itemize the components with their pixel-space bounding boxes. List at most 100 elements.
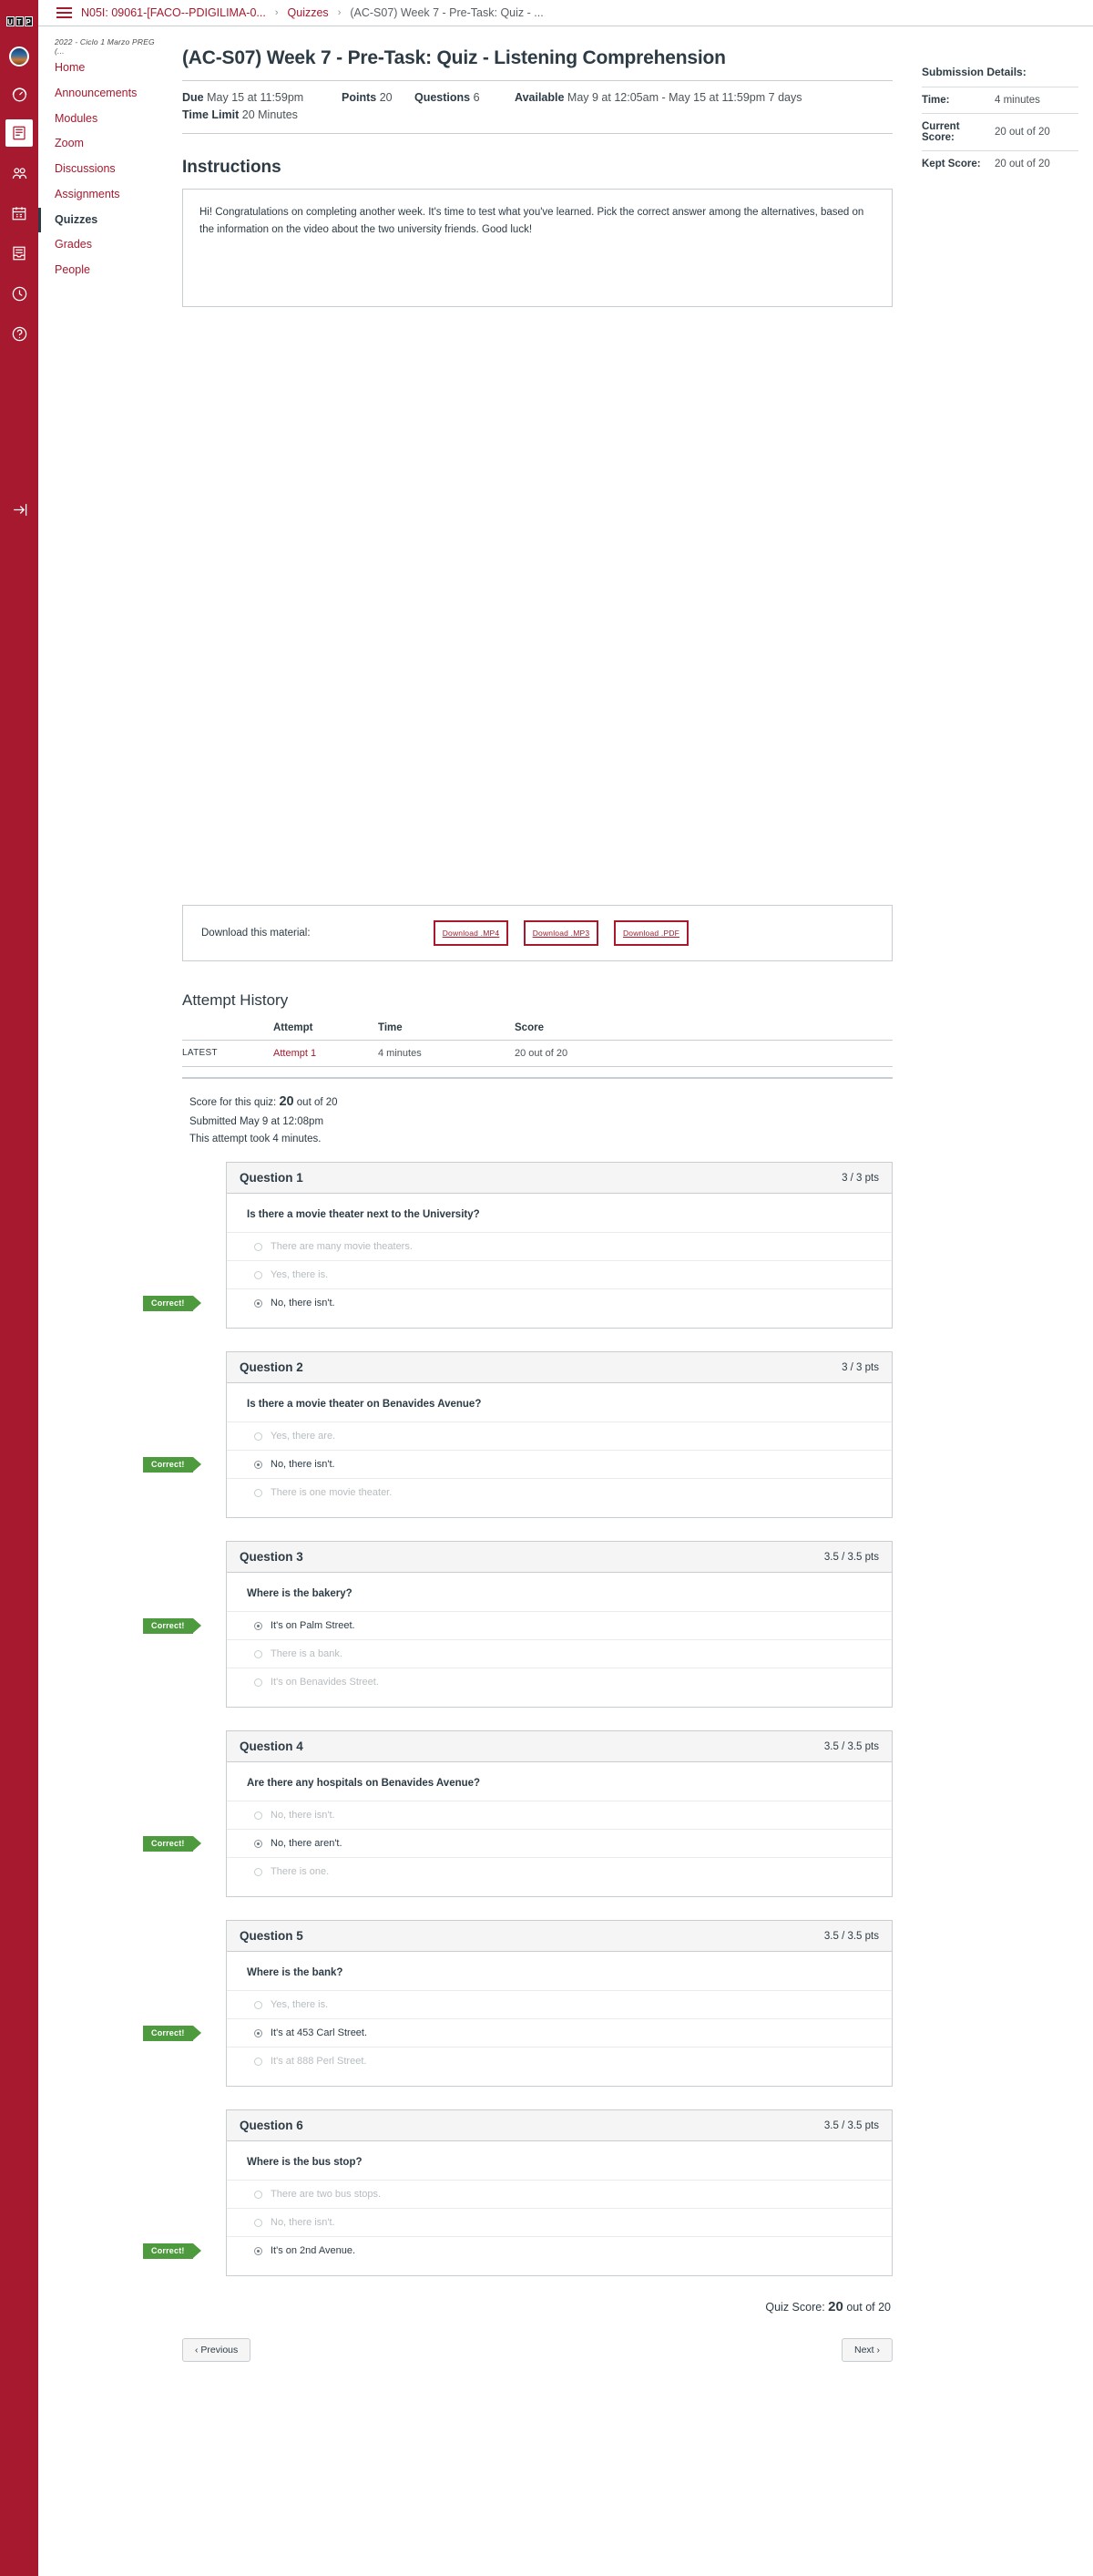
radio-button-icon[interactable] — [254, 1649, 262, 1658]
answer-option-selected[interactable]: Correct! It's at 453 Carl Street. — [143, 2018, 892, 2047]
pagination: ‹ Previous Next › — [182, 2338, 893, 2398]
correct-badge-label: Correct! — [143, 2025, 193, 2041]
sidebar-item-zoom[interactable]: Zoom — [38, 131, 164, 157]
download-mp3-button[interactable]: Download .MP3 — [524, 919, 598, 946]
quiz-points-label: Points — [342, 91, 377, 104]
answer-option-selected[interactable]: Correct! It's on 2nd Avenue. — [143, 2236, 892, 2264]
question-header: Question 5 3.5 / 3.5 pts — [227, 1921, 892, 1953]
radio-button-icon[interactable] — [254, 2190, 262, 2199]
arrow-right-logout-icon[interactable] — [5, 496, 33, 523]
clock-history-icon[interactable] — [5, 280, 33, 307]
sidebar-item-home[interactable]: Home — [38, 56, 164, 81]
radio-button-icon[interactable] — [254, 2000, 262, 2009]
answer-option[interactable]: Yes, there is. — [227, 1990, 892, 2018]
question-block: Question 2 3 / 3 pts Is there a movie thea… — [143, 1351, 893, 1519]
answer-option[interactable]: There is one. — [227, 1857, 892, 1885]
radio-button-icon[interactable] — [254, 1678, 262, 1687]
question-text: Are there any hospitals on Benavides Ave… — [247, 1778, 481, 1790]
answer-option[interactable]: Yes, there are. — [227, 1421, 892, 1450]
answer-option[interactable]: There are two bus stops. — [227, 2180, 892, 2208]
answer-option-selected[interactable]: Correct! It's on Palm Street. — [143, 1611, 892, 1639]
download-mp4-button[interactable]: Download .MP4 — [434, 919, 508, 946]
radio-button-icon[interactable] — [254, 1432, 262, 1441]
quiz-available: Available May 9 at 12:05am - May 15 at 1… — [515, 89, 893, 107]
courses-book-icon[interactable] — [5, 119, 33, 147]
answer-option[interactable]: No, there isn't. — [227, 1801, 892, 1829]
breadcrumb-quizzes[interactable]: Quizzes — [288, 6, 329, 19]
attempt-table-bottom-rule — [182, 1076, 893, 1079]
sidebar-item-people[interactable]: People — [38, 258, 164, 283]
score-duration: This attempt took 4 minutes. — [189, 1134, 322, 1145]
hamburger-menu-icon[interactable] — [56, 7, 72, 18]
correct-badge: Correct! — [143, 2242, 201, 2259]
groups-people-icon[interactable] — [5, 159, 33, 187]
next-button[interactable]: Next › — [841, 2338, 893, 2363]
sidebar-item-announcements[interactable]: Announcements — [38, 81, 164, 107]
attempt-latest-tag: LATEST — [182, 1040, 273, 1067]
calendar-icon[interactable] — [5, 200, 33, 227]
answer-option-selected[interactable]: Correct! No, there isn't. — [143, 1288, 892, 1317]
current-score-value: 20 out of 20 — [995, 127, 1050, 138]
sidebar-item-assignments[interactable]: Assignments — [38, 182, 164, 208]
correct-badge: Correct! — [143, 1295, 201, 1311]
score-suffix: out of 20 — [296, 1096, 338, 1108]
page-title: (AC-S07) Week 7 - Pre-Task: Quiz - Liste… — [182, 47, 726, 68]
quiz-metadata: Due May 15 at 11:59pm Points 20 Question… — [182, 80, 893, 134]
attempt-link[interactable]: Attempt 1 — [273, 1040, 378, 1067]
answer-option-selected[interactable]: Correct! No, there aren't. — [143, 1829, 892, 1857]
quiz-score-prefix: Quiz Score: — [765, 2301, 825, 2314]
correct-badge: Correct! — [143, 1835, 201, 1852]
quiz-available-value: May 9 at 12:05am - May 15 at 11:59pm — [567, 91, 766, 104]
answer-option[interactable]: It's on Benavides Street. — [227, 1668, 892, 1696]
radio-button-icon[interactable] — [254, 1298, 262, 1308]
question-header: Question 3 3.5 / 3.5 pts — [227, 1542, 892, 1574]
question-label: Question 5 — [240, 1929, 303, 1944]
quiz-points-value: 20 — [379, 91, 393, 104]
answer-text: It's at 453 Carl Street. — [271, 2027, 368, 2039]
answer-text: No, there isn't. — [271, 1810, 335, 1822]
answer-option[interactable]: Yes, there is. — [227, 1260, 892, 1288]
answer-option-selected[interactable]: Correct! No, there isn't. — [143, 1450, 892, 1478]
question-points: 3 / 3 pts — [842, 1172, 879, 1184]
radio-button-icon[interactable] — [254, 1242, 262, 1251]
radio-button-icon[interactable] — [254, 1867, 262, 1876]
previous-button[interactable]: ‹ Previous — [182, 2338, 251, 2363]
answer-option[interactable]: It's at 888 Perl Street. — [227, 2047, 892, 2075]
sidebar-item-quizzes[interactable]: Quizzes — [38, 207, 164, 233]
correct-badge-arrow — [192, 2026, 201, 2041]
radio-button-icon[interactable] — [254, 2246, 262, 2255]
radio-button-icon[interactable] — [254, 1488, 262, 1497]
avatar[interactable] — [9, 46, 29, 67]
quiz-metadata-row-2: Time Limit 20 Minutes — [182, 107, 893, 124]
question-block: Question 6 3.5 / 3.5 pts Where is the bus … — [143, 2109, 893, 2277]
correct-badge-arrow — [192, 1836, 201, 1852]
sidebar-item-discussions[interactable]: Discussions — [38, 157, 164, 182]
help-question-icon[interactable] — [5, 320, 33, 347]
question-label: Question 3 — [240, 1550, 303, 1565]
questions-list: Question 1 3 / 3 pts Is there a movie thea… — [143, 1162, 893, 2277]
sidebar-item-grades[interactable]: Grades — [38, 232, 164, 258]
quiz-score-total: Quiz Score: 20 out of 20 — [182, 2299, 893, 2314]
download-pdf-button[interactable]: Download .PDF — [614, 919, 689, 946]
radio-button-icon[interactable] — [254, 2057, 262, 2066]
radio-button-icon[interactable] — [254, 1811, 262, 1820]
radio-button-icon[interactable] — [254, 1270, 262, 1279]
radio-button-icon[interactable] — [254, 1621, 262, 1630]
sidebar-item-modules[interactable]: Modules — [38, 107, 164, 132]
answer-option[interactable]: No, there isn't. — [227, 2208, 892, 2236]
answer-list: Yes, there are. Correct! No, there isn't. T… — [143, 1421, 892, 1517]
correct-badge: Correct! — [143, 1617, 201, 1634]
dashboard-icon[interactable] — [5, 79, 33, 107]
answer-option[interactable]: There is one movie theater. — [227, 1478, 892, 1506]
question-text: Where is the bakery? — [247, 1588, 352, 1600]
radio-button-icon[interactable] — [254, 1839, 262, 1848]
radio-button-icon[interactable] — [254, 2218, 262, 2227]
answer-option[interactable]: There is a bank. — [227, 1639, 892, 1668]
breadcrumb-course[interactable]: N05I: 09061-[FACO--PDIGILIMA-0... — [81, 6, 266, 19]
radio-button-icon[interactable] — [254, 2028, 262, 2037]
answer-text: It's on 2nd Avenue. — [271, 2245, 356, 2257]
radio-button-icon[interactable] — [254, 1460, 262, 1469]
quiz-score-suffix: out of 20 — [846, 2301, 891, 2314]
answer-option[interactable]: There are many movie theaters. — [227, 1232, 892, 1260]
inbox-icon[interactable] — [5, 240, 33, 267]
